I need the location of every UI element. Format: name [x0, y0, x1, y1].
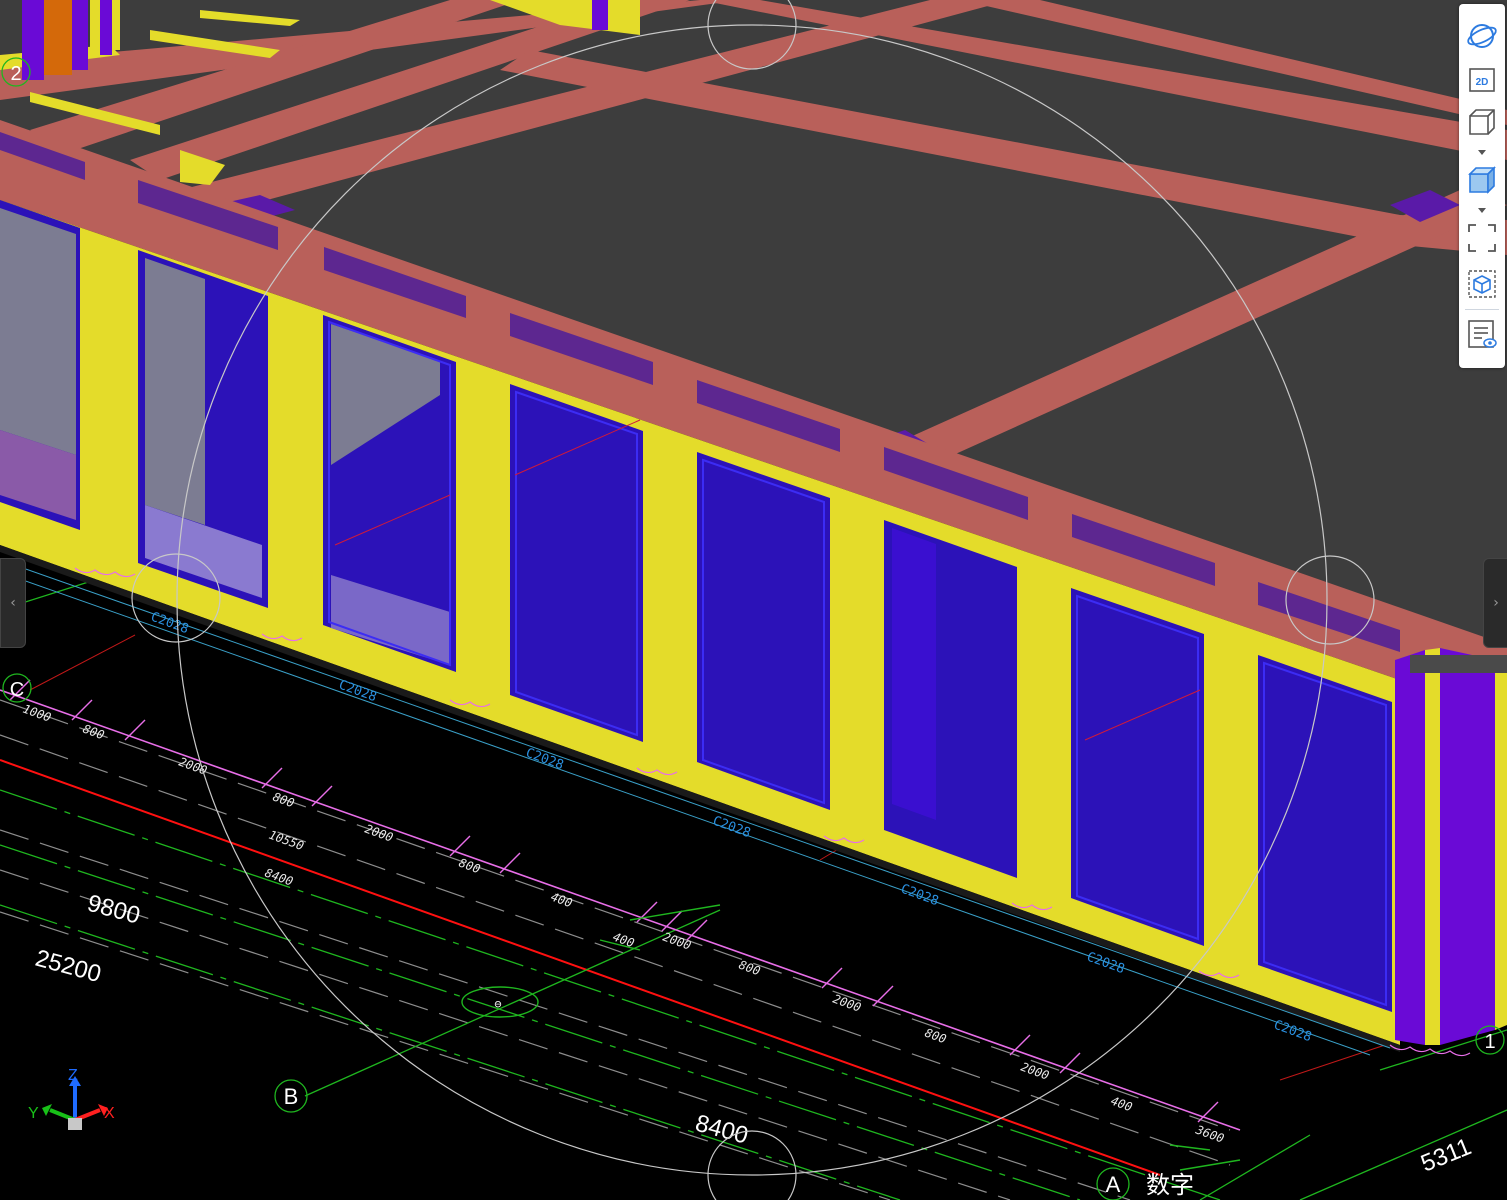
model-viewport[interactable]: C2028 C2028 C2028 C2028 C2028 C2028 C202…	[0, 0, 1507, 1200]
view-toolbar: 2D	[1459, 4, 1505, 368]
chevron-left-icon: ‹	[10, 595, 16, 611]
input-mode-indicator: 数字	[1146, 1171, 1194, 1199]
3d-box-icon	[1469, 109, 1495, 135]
view-3d-wire-button[interactable]	[1466, 106, 1498, 138]
triad-x-label: X	[104, 1105, 115, 1122]
2d-view-icon: 2D	[1469, 68, 1495, 92]
shaded-box-icon	[1468, 166, 1496, 194]
view-2d-button[interactable]: 2D	[1466, 64, 1498, 96]
caret-down-icon[interactable]	[1478, 206, 1486, 214]
left-panel-toggle[interactable]: ‹	[0, 558, 26, 648]
fit-view-button[interactable]	[1466, 222, 1498, 254]
axis-label-2: 2	[10, 63, 21, 85]
right-panel-toggle[interactable]: ›	[1483, 558, 1507, 648]
caret-down-icon[interactable]	[1478, 148, 1486, 156]
axis-label-b: B	[284, 1084, 299, 1109]
axis-label-1: 1	[1484, 1031, 1495, 1053]
section-box-icon	[1468, 270, 1496, 298]
axis-label-a: A	[1106, 1172, 1121, 1197]
display-settings-icon	[1468, 320, 1497, 348]
orbit-button[interactable]	[1466, 20, 1498, 52]
toolbar-divider	[1465, 309, 1499, 310]
triad-y-label: Y	[28, 1105, 39, 1122]
triad-z-label: Z	[68, 1067, 78, 1084]
orbit-icon	[1467, 24, 1497, 48]
2d-label: 2D	[1476, 77, 1489, 88]
end-columns	[1395, 648, 1507, 1045]
axis-label-c: C	[10, 679, 24, 701]
view-3d-shaded-button[interactable]	[1466, 164, 1498, 196]
chevron-right-icon: ›	[1493, 595, 1499, 611]
fit-view-icon	[1468, 224, 1496, 252]
display-settings-button[interactable]	[1466, 318, 1498, 350]
ellipse-mark: ⊖	[494, 997, 501, 1011]
section-box-button[interactable]	[1466, 268, 1498, 300]
